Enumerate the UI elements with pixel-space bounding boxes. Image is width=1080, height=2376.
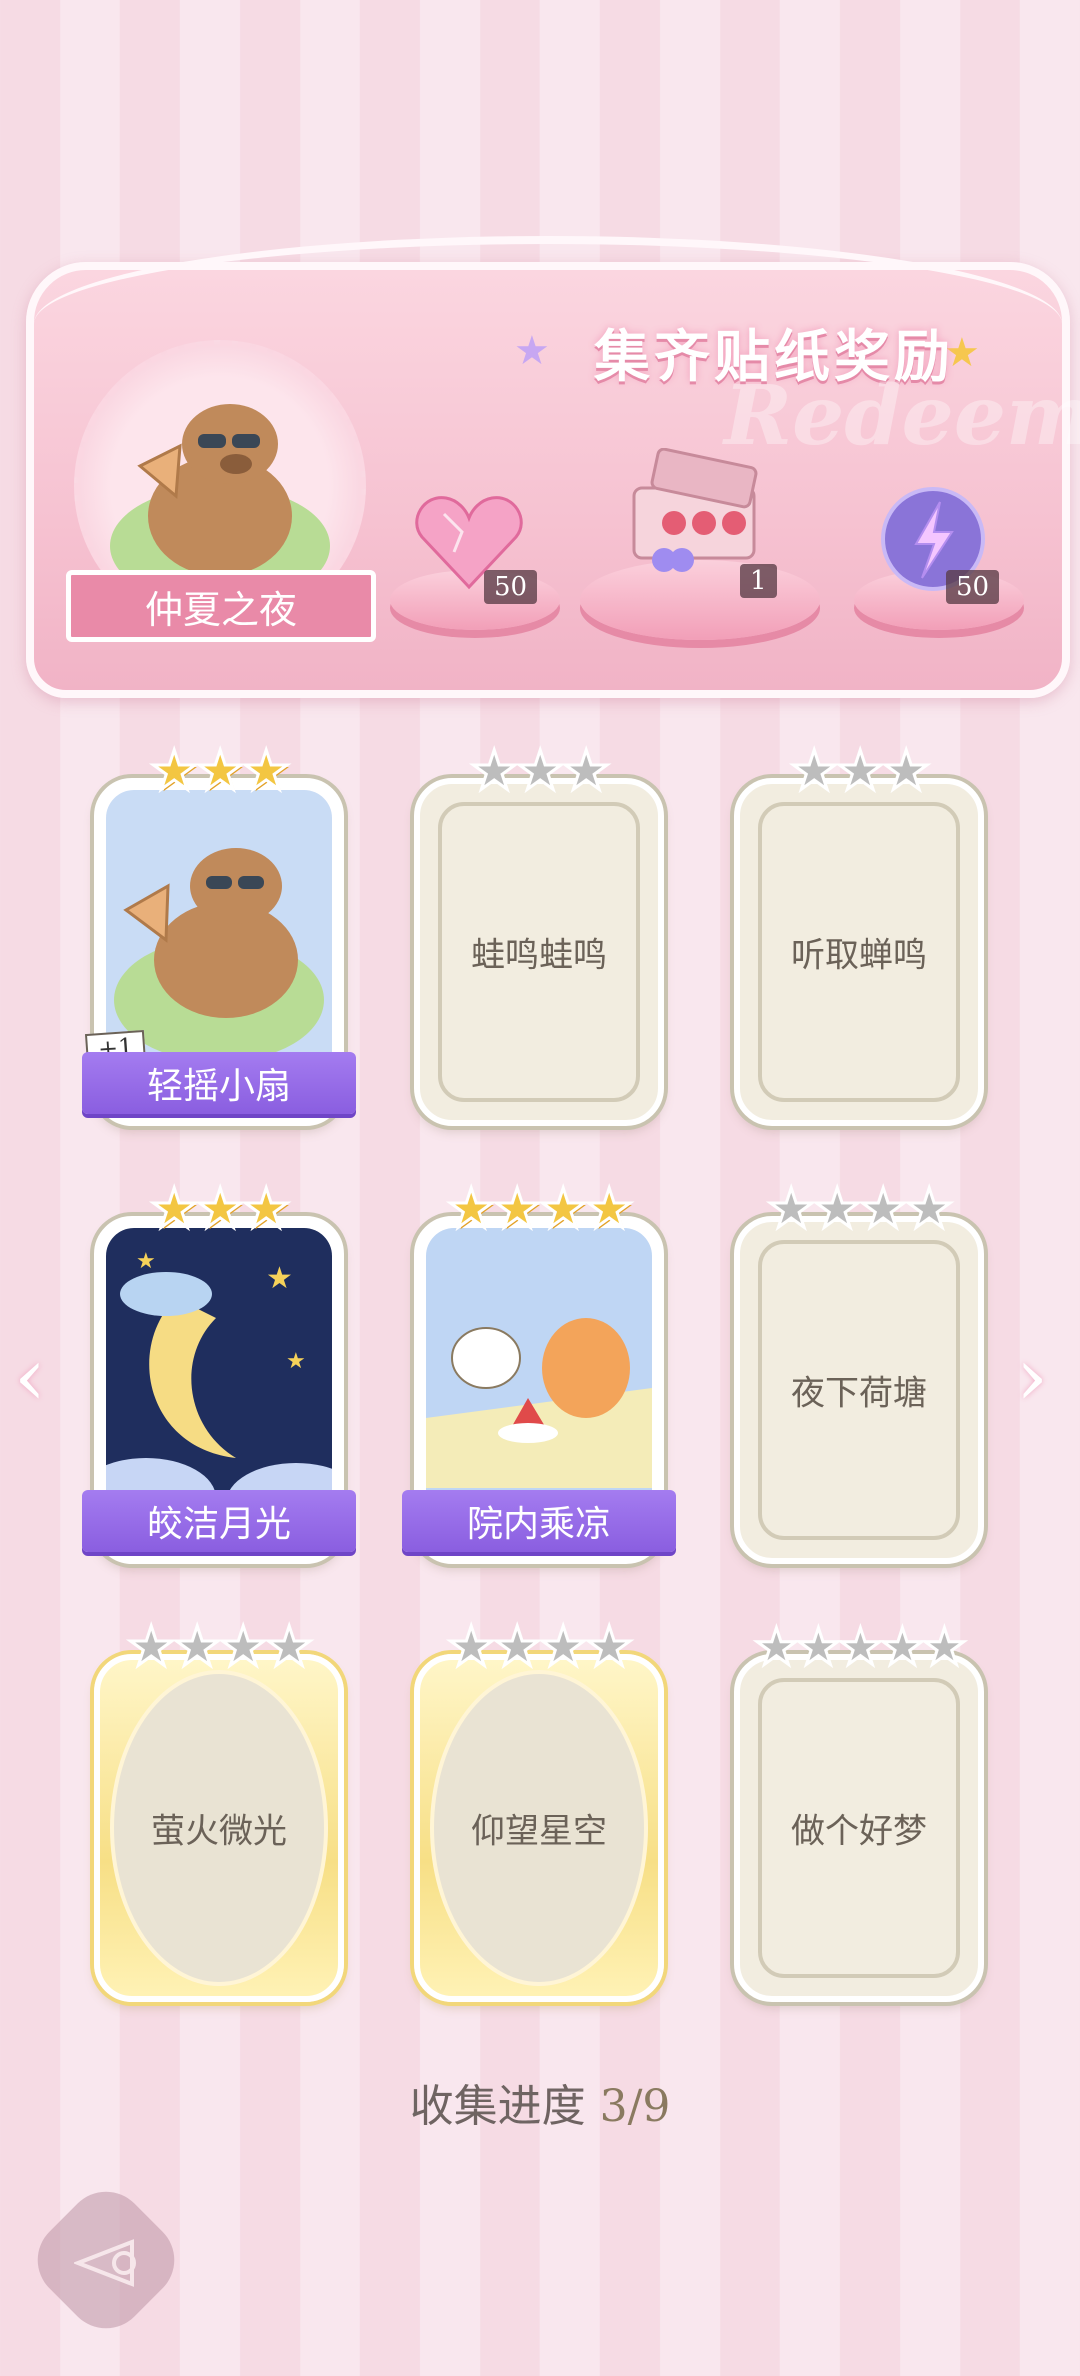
event-name-ribbon: 仲夏之夜 bbox=[66, 570, 376, 642]
star-rating: ★ ★ ★ ★ bbox=[94, 1615, 344, 1678]
star-rating: ★ ★ ★ ★ bbox=[414, 1177, 664, 1240]
reward-banner: ★ ★ 集齐贴纸奖励 Redeem 仲夏之夜 50 1 50 bbox=[26, 236, 1080, 698]
star-empty-icon: ★ bbox=[753, 1618, 801, 1676]
sticker-card[interactable]: ★ ★ ★ ★ ★ ★ 皎洁月光 bbox=[82, 1180, 356, 1564]
star-rating: ★ ★ ★ bbox=[94, 739, 344, 802]
star-empty-icon: ★ bbox=[904, 1177, 955, 1240]
collection-progress: 收集进度 3/9 bbox=[0, 2070, 1080, 2134]
star-empty-icon: ★ bbox=[584, 1615, 635, 1678]
banner-arch bbox=[34, 236, 1062, 324]
star-filled-icon: ★ bbox=[241, 1177, 292, 1240]
card-name: 萤火微光 bbox=[151, 1811, 287, 1852]
star-empty-icon: ★ bbox=[812, 1177, 863, 1240]
star-filled-icon: ★ bbox=[584, 1177, 635, 1240]
star-filled-icon: ★ bbox=[492, 1177, 543, 1240]
star-empty-icon: ★ bbox=[921, 1618, 969, 1676]
reward-count: 50 bbox=[484, 570, 538, 604]
card-name: 做个好梦 bbox=[791, 1811, 927, 1852]
redeem-watermark: Redeem bbox=[724, 368, 1080, 464]
card-name-banner: 轻摇小扇 bbox=[82, 1052, 356, 1114]
card-art: ★ ★ ★ bbox=[106, 1228, 332, 1520]
sticker-card[interactable]: ★ ★ ★ 蛙鸣蛙鸣 bbox=[414, 742, 664, 1126]
star-rating: ★ ★ ★ bbox=[414, 739, 664, 802]
star-rating: ★ ★ ★ bbox=[734, 739, 984, 802]
star-rating: ★ ★ ★ bbox=[94, 1177, 344, 1240]
sticker-card[interactable]: ★ ★ ★ 听取蝉鸣 bbox=[734, 742, 984, 1126]
star-empty-icon: ★ bbox=[218, 1615, 269, 1678]
svg-text:★: ★ bbox=[136, 1249, 156, 1274]
next-page-arrow-icon[interactable]: › bbox=[1016, 1330, 1048, 1423]
star-filled-icon: ★ bbox=[149, 739, 200, 802]
star-empty-icon: ★ bbox=[789, 739, 840, 802]
star-empty-icon: ★ bbox=[881, 739, 932, 802]
svg-text:★: ★ bbox=[286, 1349, 306, 1374]
star-empty-icon: ★ bbox=[126, 1615, 177, 1678]
star-rating: ★ ★ ★ ★ bbox=[734, 1177, 984, 1240]
star-empty-icon: ★ bbox=[879, 1618, 927, 1676]
progress-value: 3/9 bbox=[599, 2081, 671, 2132]
sticker-card[interactable]: ★ ★ ★ +1 轻摇小扇 bbox=[82, 742, 356, 1126]
star-rating: ★ ★ ★ ★ ★ bbox=[734, 1618, 984, 1676]
sticker-card[interactable]: ★ ★ ★ ★ 夜下荷塘 bbox=[734, 1180, 984, 1564]
sleeping-moon-art-icon: ★ ★ ★ bbox=[106, 1249, 332, 1520]
sticker-card[interactable]: ★ ★ ★ ★ ★ 做个好梦 bbox=[734, 1619, 984, 2002]
star-rating: ★ ★ ★ ★ bbox=[414, 1615, 664, 1678]
star-filled-icon: ★ bbox=[446, 1177, 497, 1240]
card-art bbox=[426, 1228, 652, 1520]
star-empty-icon: ★ bbox=[469, 739, 520, 802]
star-empty-icon: ★ bbox=[492, 1615, 543, 1678]
star-empty-icon: ★ bbox=[264, 1615, 315, 1678]
screen: { "banner": { "title": "集齐贴纸奖励", "waterm… bbox=[0, 0, 1080, 2376]
sticker-card[interactable]: ★ ★ ★ ★ 萤火微光 bbox=[94, 1618, 344, 2002]
star-empty-icon: ★ bbox=[835, 739, 886, 802]
card-name-banner: 院内乘凉 bbox=[402, 1490, 676, 1552]
svg-text:★: ★ bbox=[266, 1261, 293, 1296]
star-filled-icon: ★ bbox=[195, 1177, 246, 1240]
star-empty-icon: ★ bbox=[858, 1177, 909, 1240]
card-name: 仰望星空 bbox=[471, 1811, 607, 1852]
star-empty-icon: ★ bbox=[538, 1615, 589, 1678]
card-name: 蛙鸣蛙鸣 bbox=[471, 935, 607, 976]
star-filled-icon: ★ bbox=[241, 739, 292, 802]
reward-count: 1 bbox=[740, 564, 777, 598]
star-empty-icon: ★ bbox=[446, 1615, 497, 1678]
card-name-banner: 皎洁月光 bbox=[82, 1490, 356, 1552]
star-empty-icon: ★ bbox=[766, 1177, 817, 1240]
star-empty-icon: ★ bbox=[515, 739, 566, 802]
back-arrow-icon bbox=[74, 2239, 136, 2287]
cats-picnic-art-icon bbox=[426, 1318, 652, 1488]
star-filled-icon: ★ bbox=[538, 1177, 589, 1240]
star-empty-icon: ★ bbox=[561, 739, 612, 802]
sticker-card[interactable]: ★ ★ ★ ★ 仰望星空 bbox=[414, 1618, 664, 2002]
card-name: 夜下荷塘 bbox=[791, 1373, 927, 1414]
prev-page-arrow-icon[interactable]: ‹ bbox=[14, 1330, 46, 1423]
star-filled-icon: ★ bbox=[149, 1177, 200, 1240]
star-empty-icon: ★ bbox=[172, 1615, 223, 1678]
reward-count: 50 bbox=[946, 570, 1000, 604]
purple-star-icon: ★ bbox=[514, 328, 550, 374]
star-empty-icon: ★ bbox=[795, 1618, 843, 1676]
progress-label: 收集进度 bbox=[409, 2081, 586, 2132]
gift-box-icon[interactable] bbox=[624, 448, 774, 578]
star-empty-icon: ★ bbox=[837, 1618, 885, 1676]
card-name: 听取蝉鸣 bbox=[791, 935, 927, 976]
star-filled-icon: ★ bbox=[195, 739, 246, 802]
sticker-card[interactable]: ★ ★ ★ ★ 院内乘凉 bbox=[402, 1180, 676, 1564]
